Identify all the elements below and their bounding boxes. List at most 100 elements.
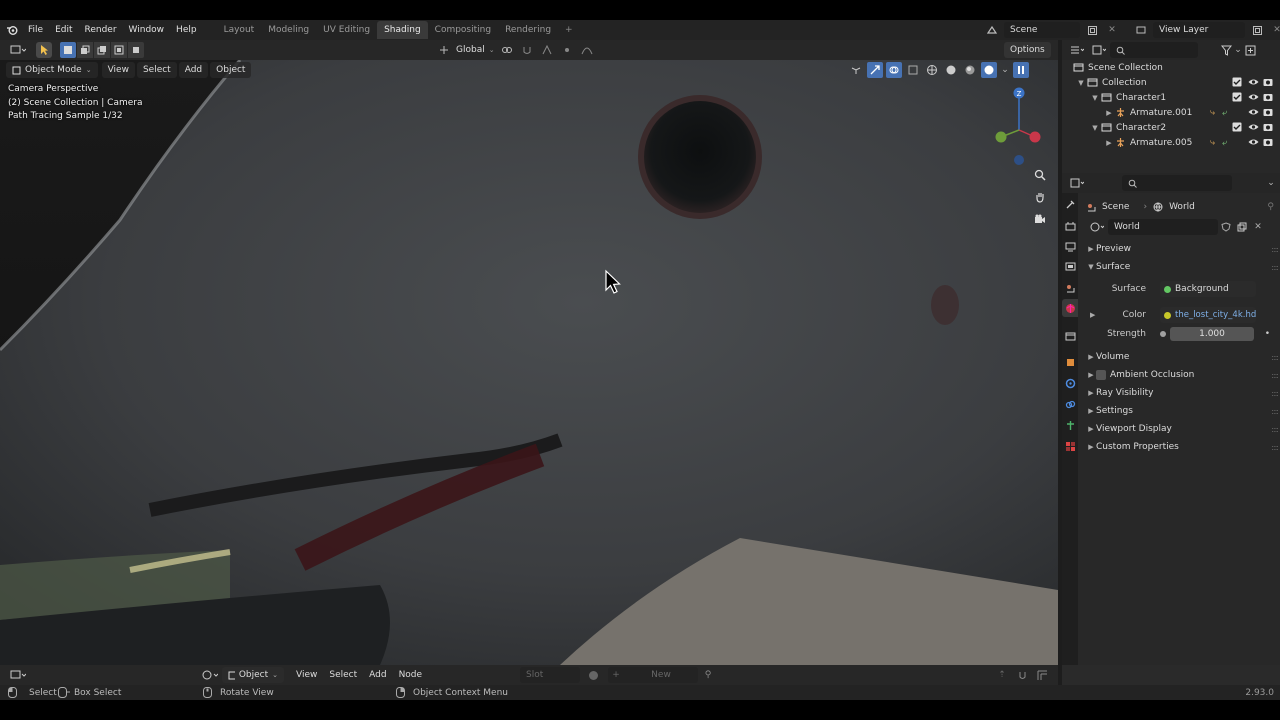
render-camera-icon[interactable]: [1263, 137, 1273, 150]
ambient-occlusion-checkbox[interactable]: [1096, 370, 1106, 380]
render-camera-icon[interactable]: [1263, 122, 1273, 135]
keyframe-dot-icon[interactable]: •: [1265, 329, 1270, 339]
panel-drag-handle-icon[interactable]: ::::: [1271, 353, 1279, 362]
scene-tab-icon[interactable]: [1062, 279, 1078, 297]
world-browse-icon[interactable]: [1086, 219, 1108, 235]
panel-surface[interactable]: ▼ Surface ::::: [1080, 258, 1280, 276]
view-layer-name-field[interactable]: View Layer: [1153, 22, 1245, 38]
shader-type-icon[interactable]: [198, 667, 222, 683]
node-menu-add[interactable]: Add: [363, 667, 392, 683]
eye-icon[interactable]: [1248, 122, 1259, 135]
unlink-world-icon[interactable]: ✕: [1250, 219, 1266, 235]
menu-help[interactable]: Help: [170, 20, 203, 40]
panel-drag-handle-icon[interactable]: ::::: [1271, 407, 1279, 416]
select-invert-icon[interactable]: [111, 42, 127, 58]
panel-drag-handle-icon[interactable]: ::::: [1271, 389, 1279, 398]
world-tab-icon[interactable]: [1062, 299, 1078, 317]
menu-edit[interactable]: Edit: [49, 20, 78, 40]
color-input-field[interactable]: the_lost_city_4k.hdr: [1160, 307, 1256, 323]
world-name-field[interactable]: World: [1108, 219, 1218, 235]
expand-caret-icon[interactable]: ▶: [1104, 109, 1114, 117]
eye-icon[interactable]: [1248, 92, 1259, 105]
select-new-icon[interactable]: [60, 42, 76, 58]
wireframe-shading-icon[interactable]: [924, 62, 940, 78]
view-object-types-icon[interactable]: [848, 62, 864, 78]
expand-color-caret-icon[interactable]: ▶: [1090, 311, 1095, 319]
exclude-checkbox[interactable]: [1232, 77, 1242, 90]
data-tab-icon[interactable]: [1062, 416, 1078, 434]
fake-user-shield-icon[interactable]: [1218, 219, 1234, 235]
tool-tab-icon[interactable]: [1062, 195, 1078, 213]
snap-target-icon[interactable]: [539, 42, 555, 58]
menu-window[interactable]: Window: [123, 20, 171, 40]
new-scene-icon[interactable]: [1084, 22, 1100, 38]
overlays-toggle-icon[interactable]: [886, 62, 902, 78]
exclude-checkbox[interactable]: [1232, 92, 1242, 105]
viewport-menu-view[interactable]: View: [101, 62, 135, 78]
navigation-gizmo[interactable]: Z: [993, 85, 1043, 165]
panel-viewport-display[interactable]: ▶ Viewport Display ::::: [1080, 420, 1280, 438]
expand-caret-icon[interactable]: ▼: [1090, 124, 1100, 132]
tab-shading[interactable]: Shading: [377, 21, 428, 39]
panel-drag-handle-icon[interactable]: ::::: [1271, 245, 1279, 254]
gizmo-toggle-icon[interactable]: [867, 62, 883, 78]
outliner-search-input[interactable]: [1110, 42, 1198, 58]
select-tool-icon[interactable]: [36, 42, 52, 58]
render-camera-icon[interactable]: [1263, 107, 1273, 120]
panel-drag-handle-icon[interactable]: ::::: [1271, 371, 1279, 380]
parent-node-tree-icon[interactable]: ⇡: [994, 667, 1010, 683]
new-view-layer-icon[interactable]: [1249, 22, 1265, 38]
outliner-row-scene-collection[interactable]: Scene Collection: [1062, 60, 1280, 75]
collection-tab-icon[interactable]: [1062, 327, 1078, 345]
xray-toggle-icon[interactable]: [905, 62, 921, 78]
eye-icon[interactable]: [1248, 77, 1259, 90]
camera-view-icon[interactable]: [1032, 211, 1048, 227]
expand-caret-icon[interactable]: ▼: [1076, 79, 1086, 87]
expand-caret-icon[interactable]: ▼: [1090, 94, 1100, 102]
panel-settings[interactable]: ▶ Settings ::::: [1080, 402, 1280, 420]
node-menu-view[interactable]: View: [290, 667, 323, 683]
tab-rendering[interactable]: Rendering: [498, 21, 558, 39]
eye-icon[interactable]: [1248, 137, 1259, 150]
pin-node-tree-icon[interactable]: ⚲: [700, 667, 716, 683]
editor-type-icon[interactable]: [6, 42, 30, 58]
pause-render-icon[interactable]: [1013, 62, 1029, 78]
orientation-dropdown[interactable]: Global: [456, 45, 485, 55]
scene-name-field[interactable]: Scene: [1004, 22, 1080, 38]
strength-input[interactable]: 1.000: [1170, 327, 1254, 341]
snap-element-icon[interactable]: [1034, 667, 1050, 683]
pivot-point-icon[interactable]: [499, 42, 515, 58]
view-layer-tab-icon[interactable]: [1062, 257, 1078, 275]
add-workspace-button[interactable]: +: [558, 21, 580, 39]
snap-node-icon[interactable]: [1014, 667, 1030, 683]
shading-options-chevron-icon[interactable]: ⌄: [1000, 62, 1010, 78]
panel-preview[interactable]: ▶ Preview ::::: [1080, 240, 1280, 258]
object-tab-icon[interactable]: [1062, 353, 1078, 371]
texture-tab-icon[interactable]: [1062, 437, 1078, 455]
expand-caret-icon[interactable]: ▶: [1104, 139, 1114, 147]
physics-tab-icon[interactable]: [1062, 374, 1078, 392]
material-browse-icon[interactable]: [585, 667, 601, 683]
viewport-menu-select[interactable]: Select: [136, 62, 177, 78]
solid-shading-icon[interactable]: [943, 62, 959, 78]
scene-icon[interactable]: [984, 22, 1000, 38]
new-material-button[interactable]: + New: [608, 667, 698, 683]
snap-icon[interactable]: [519, 42, 535, 58]
node-menu-node[interactable]: Node: [393, 667, 429, 683]
select-subtract-icon[interactable]: [94, 42, 110, 58]
orientation-icon[interactable]: [436, 42, 452, 58]
duplicate-world-icon[interactable]: [1234, 219, 1250, 235]
rendered-shading-icon[interactable]: [981, 62, 997, 78]
3d-viewport[interactable]: Z: [0, 60, 1058, 665]
close-view-layer-icon[interactable]: ✕: [1269, 22, 1280, 38]
tab-compositing[interactable]: Compositing: [428, 21, 498, 39]
render-camera-icon[interactable]: [1263, 77, 1273, 90]
render-tab-icon[interactable]: [1062, 217, 1078, 235]
pin-icon[interactable]: ⚲: [1267, 202, 1274, 212]
output-tab-icon[interactable]: [1062, 237, 1078, 255]
select-intersect-icon[interactable]: [128, 42, 144, 58]
slot-dropdown[interactable]: Slot: [520, 667, 580, 683]
select-extend-icon[interactable]: [77, 42, 93, 58]
outliner-editor-type-icon[interactable]: [1066, 42, 1088, 58]
menu-render[interactable]: Render: [79, 20, 123, 40]
